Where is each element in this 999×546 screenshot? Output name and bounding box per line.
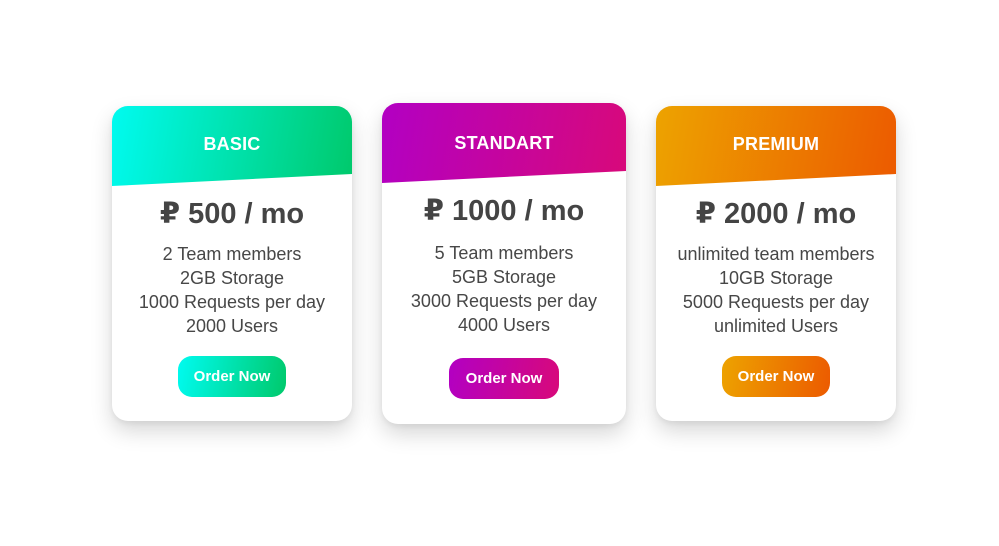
- feature-list: 5 Team members 5GB Storage 3000 Requests…: [382, 241, 626, 337]
- feature-item: 1000 Requests per day: [138, 292, 326, 312]
- feature-item: 10GB Storage: [718, 268, 834, 288]
- plan-card-basic: BASIC ₽ 500 / mo 2 Team members 2GB Stor…: [112, 106, 352, 421]
- feature-item: 3000 Requests per day: [410, 291, 598, 311]
- order-now-button-standart[interactable]: Order Now: [449, 358, 559, 399]
- feature-item: unlimited team members: [677, 244, 875, 264]
- plan-card-standart: STANDART ₽ 1000 / mo 5 Team members 5GB …: [382, 103, 626, 424]
- feature-list: unlimited team members 10GB Storage 5000…: [656, 242, 896, 338]
- feature-item: 2 Team members: [162, 244, 302, 264]
- plan-title: STANDART: [454, 133, 554, 153]
- plan-price: ₽ 1000 / mo: [423, 195, 585, 227]
- feature-item: 4000 Users: [457, 315, 551, 335]
- feature-item: 5GB Storage: [451, 267, 557, 287]
- feature-item: 2000 Users: [185, 316, 279, 336]
- feature-item: unlimited Users: [713, 316, 839, 336]
- feature-item: 5000 Requests per day: [682, 292, 870, 312]
- feature-item: 5 Team members: [434, 243, 574, 263]
- plan-price: ₽ 2000 / mo: [695, 198, 857, 230]
- feature-list: 2 Team members 2GB Storage 1000 Requests…: [112, 242, 352, 338]
- feature-item: 2GB Storage: [179, 268, 285, 288]
- plan-title: PREMIUM: [732, 134, 820, 154]
- plan-title: BASIC: [203, 134, 261, 154]
- plan-price: ₽ 500 / mo: [159, 198, 305, 230]
- plan-card-premium: PREMIUM ₽ 2000 / mo unlimited team membe…: [656, 106, 896, 421]
- pricing-section: BASIC ₽ 500 / mo 2 Team members 2GB Stor…: [0, 0, 999, 546]
- order-now-button-basic[interactable]: Order Now: [178, 356, 286, 397]
- order-now-button-premium[interactable]: Order Now: [722, 356, 830, 397]
